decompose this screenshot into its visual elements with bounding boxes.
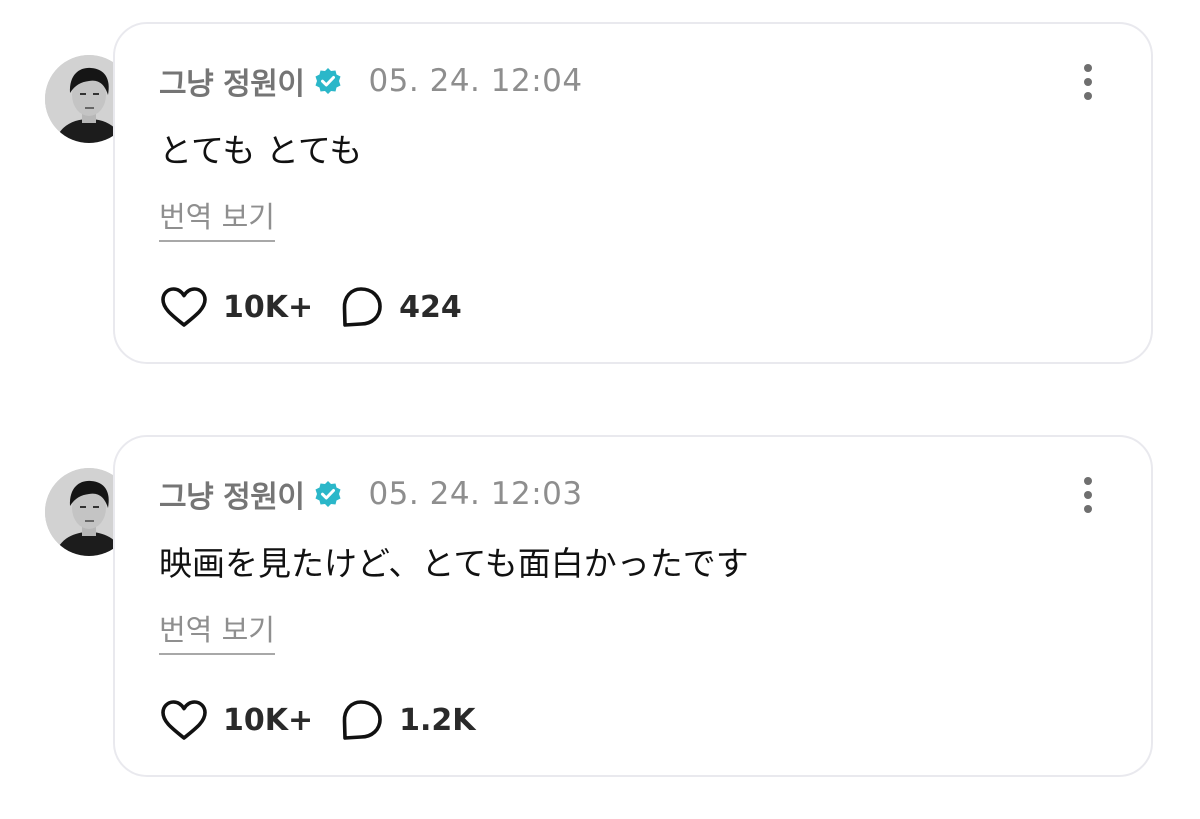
post-actions: 10K+ 424 [159,282,462,332]
comment-bubble-icon [342,287,382,327]
author-name[interactable]: 그냥 정원이 [159,59,305,103]
more-vertical-icon[interactable] [1081,477,1095,513]
verified-badge-icon [314,480,342,508]
translate-button[interactable]: 번역 보기 [159,194,275,242]
post-content: 映画を見たけど、とても面白かったです [159,544,749,583]
post-timestamp: 05. 24. 12:04 [368,63,583,99]
translate-button[interactable]: 번역 보기 [159,607,275,655]
post-actions: 10K+ 1.2K [159,695,476,745]
post-header: 그냥 정원이 05. 24. 12:03 [159,473,583,515]
heart-icon [161,287,207,327]
author-name[interactable]: 그냥 정원이 [159,472,305,516]
post-card[interactable]: 그냥 정원이 05. 24. 12:03 映画を見たけど、とても面白かったです … [113,435,1153,777]
post-content: とても とても [159,131,363,170]
comment-button[interactable]: 424 [337,285,462,329]
like-count: 10K+ [223,702,314,738]
like-count: 10K+ [223,289,314,325]
post-card[interactable]: 그냥 정원이 05. 24. 12:04 とても とても 번역 보기 10K+ [113,22,1153,364]
comment-bubble-icon [342,700,382,740]
like-button[interactable]: 10K+ [159,699,313,741]
heart-icon [161,700,207,740]
post: 그냥 정원이 05. 24. 12:03 映画を見たけど、とても面白かったです … [0,413,1200,777]
like-button[interactable]: 10K+ [159,286,313,328]
post-timestamp: 05. 24. 12:03 [368,476,583,512]
comment-count: 1.2K [399,702,476,738]
more-vertical-icon[interactable] [1081,64,1095,100]
comment-count: 424 [399,289,462,325]
comment-button[interactable]: 1.2K [337,698,476,742]
post: 그냥 정원이 05. 24. 12:04 とても とても 번역 보기 10K+ [0,0,1200,364]
verified-badge-icon [314,67,342,95]
post-header: 그냥 정원이 05. 24. 12:04 [159,60,583,102]
